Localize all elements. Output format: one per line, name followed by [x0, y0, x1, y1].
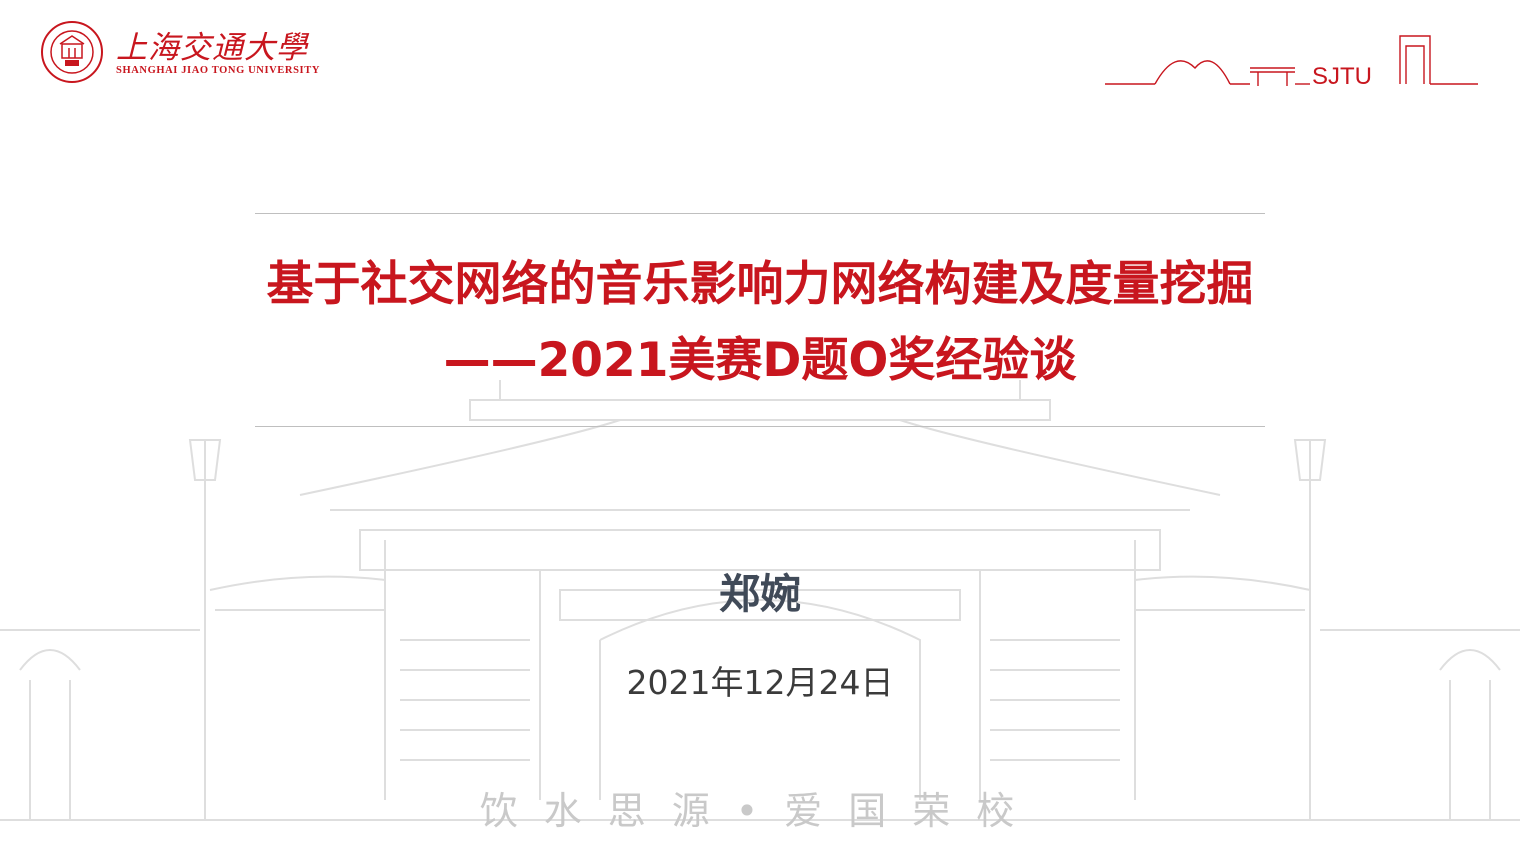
sjtu-mark: SJTU [1312, 63, 1372, 90]
university-name-cn: 上海交通大學 [116, 30, 308, 66]
university-name-en: SHANGHAI JIAO TONG UNIVERSITY [116, 65, 321, 76]
slide-title: 基于社交网络的音乐影响力网络构建及度量挖掘 [266, 257, 1254, 312]
author-name: 郑婉 [719, 570, 801, 618]
presentation-date: 2021年12月24日 [626, 663, 894, 702]
university-seal-icon [41, 21, 103, 83]
university-motto: 饮水思源•爱国荣校 [479, 789, 1041, 833]
top-divider [255, 213, 1265, 214]
slide-subtitle: ——2021美赛D题O奖经验谈 [443, 333, 1077, 388]
university-wordmark: 上海交通大學 SHANGHAI JIAO TONG UNIVERSITY [116, 20, 319, 84]
campus-gate-line-icon: SJTU [1105, 35, 1478, 90]
bottom-divider [255, 426, 1265, 427]
title-slide: 上海交通大學 SHANGHAI JIAO TONG UNIVERSITY SJT… [0, 0, 1520, 855]
